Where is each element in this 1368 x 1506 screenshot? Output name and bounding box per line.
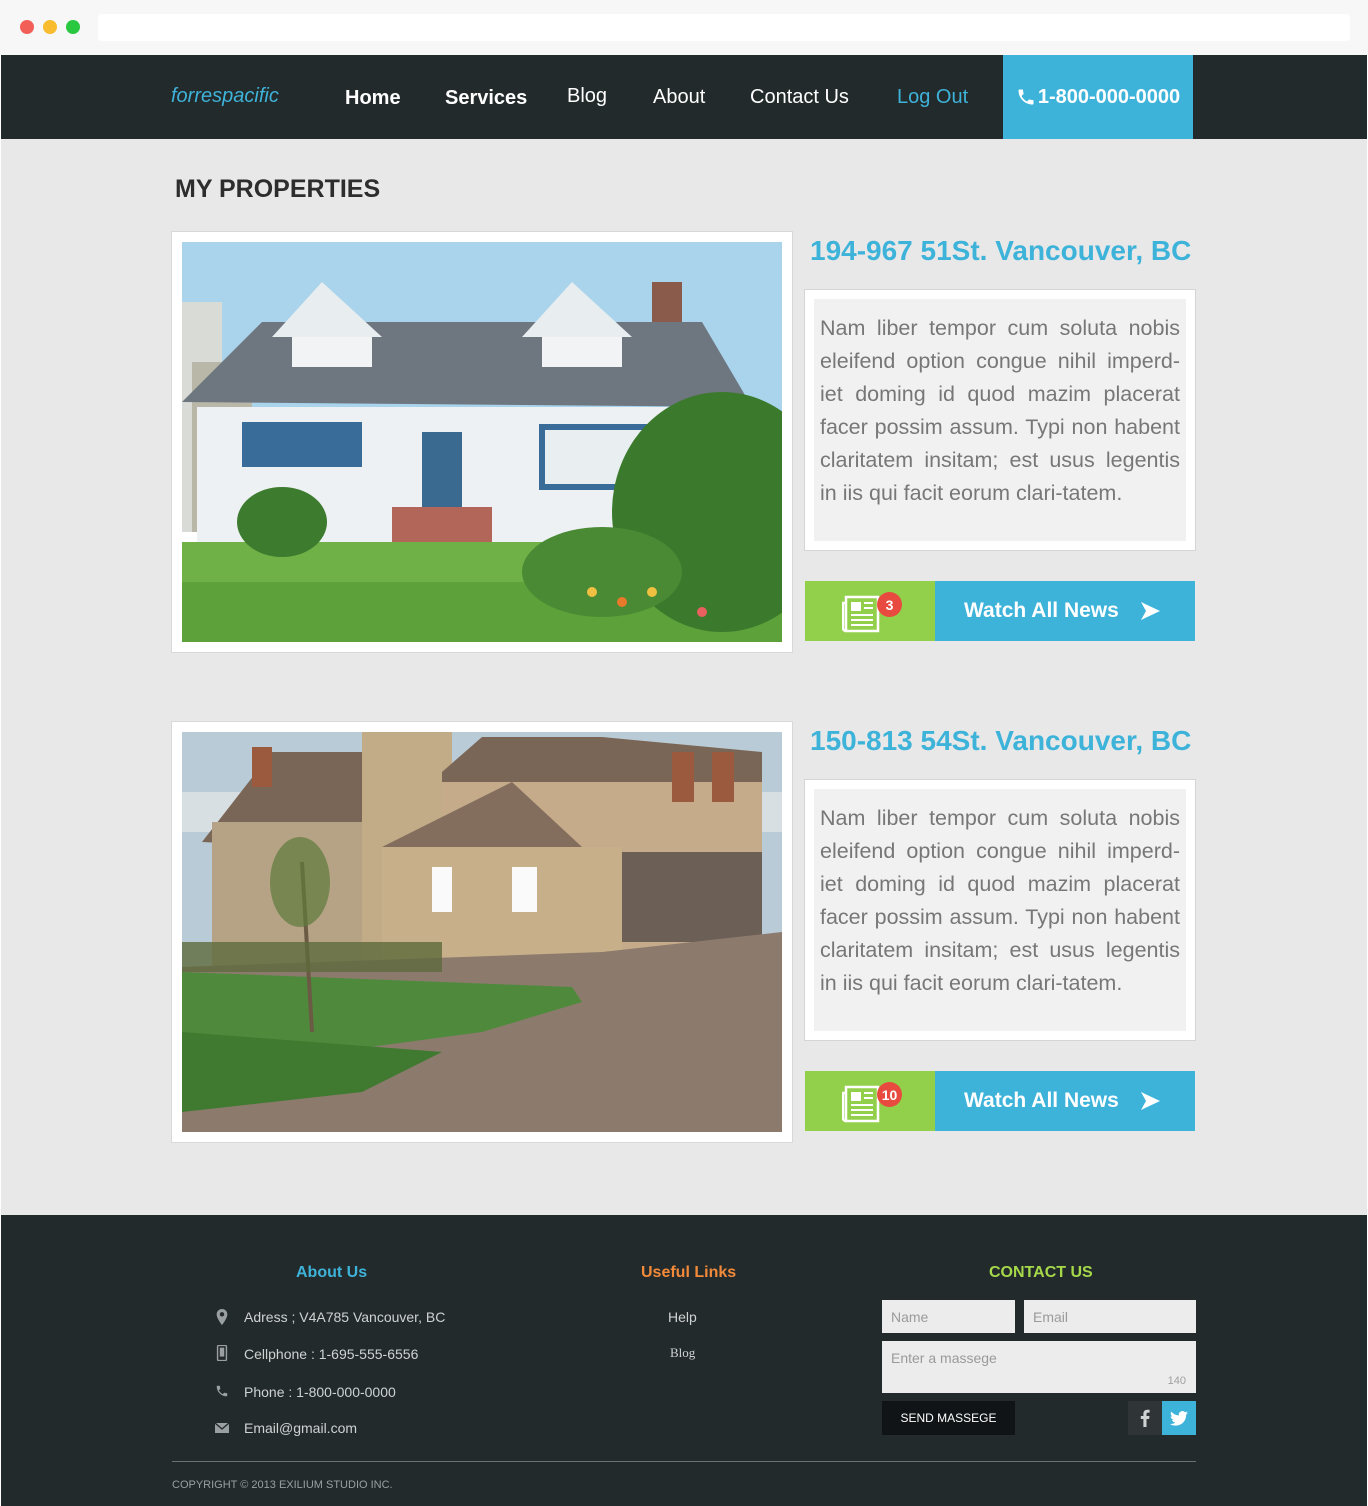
footer-link-help[interactable]: Help (668, 1309, 697, 1325)
page-title: MY PROPERTIES (175, 175, 381, 203)
map-pin-icon (216, 1309, 228, 1325)
message-placeholder: Enter a massege (891, 1350, 997, 1366)
watch-all-news-label: Watch All News (964, 599, 1119, 622)
site-header: forrespacific Home Services Blog About C… (1, 55, 1367, 139)
footer-links-heading: Useful Links (641, 1264, 737, 1281)
phone-button[interactable]: 1-800-000-0000 (1003, 55, 1193, 139)
news-button-row[interactable]: 10 Watch All News (805, 1071, 1195, 1131)
property-description: Nam liber tempor cum soluta nobis eleife… (814, 789, 1186, 1031)
news-count-tile[interactable]: 10 (805, 1071, 935, 1131)
footer-phone: Phone : 1-800-000-0000 (244, 1384, 396, 1400)
footer-address: Adress ; V4A785 Vancouver, BC (244, 1309, 446, 1325)
contact-message-textarea[interactable]: Enter a massege 140 (882, 1341, 1196, 1393)
news-count-badge: 3 (877, 592, 902, 617)
property-card: 194-967 51St. Vancouver, BC Nam liber te… (1, 231, 1367, 653)
envelope-icon (215, 1422, 229, 1433)
nav-blog[interactable]: Blog (567, 85, 607, 108)
facebook-button[interactable] (1128, 1401, 1162, 1435)
footer-email[interactable]: Email@gmail.com (244, 1420, 357, 1436)
twitter-icon (1170, 1410, 1188, 1426)
nav-log-out[interactable]: Log Out (897, 86, 968, 109)
maximize-window-dot[interactable] (66, 20, 80, 34)
nav-about[interactable]: About (653, 86, 705, 109)
send-message-button[interactable]: SEND MASSEGE (882, 1401, 1015, 1435)
site-logo[interactable]: forrespacific (171, 85, 279, 108)
address-bar[interactable] (98, 14, 1350, 41)
footer-cellphone: Cellphone : 1-695-555-6556 (244, 1346, 419, 1362)
watch-all-news-button[interactable]: Watch All News (935, 581, 1195, 641)
nav-home[interactable]: Home (345, 87, 401, 110)
footer-about-heading: About Us (296, 1264, 368, 1281)
property-photo-frame (171, 231, 793, 653)
copyright-text: COPYRIGHT © 2013 EXILIUM STUDIO INC. (172, 1479, 393, 1491)
arrow-right-icon (1140, 1092, 1160, 1110)
property-description-box: Nam liber tempor cum soluta nobis eleife… (804, 779, 1196, 1041)
phone-icon (216, 1385, 228, 1397)
contact-email-input[interactable]: Email (1024, 1300, 1196, 1333)
contact-name-input[interactable]: Name (882, 1300, 1015, 1333)
main-content: MY PROPERTIES 194-967 51St. Vancouver, B… (1, 139, 1367, 1215)
minimize-window-dot[interactable] (43, 20, 57, 34)
watch-all-news-button[interactable]: Watch All News (935, 1071, 1195, 1131)
property-address[interactable]: 194-967 51St. Vancouver, BC (810, 235, 1191, 267)
site-footer: About Us Adress ; V4A785 Vancouver, BC C… (1, 1215, 1367, 1506)
news-button-row[interactable]: 3 Watch All News (805, 581, 1195, 641)
nav-services[interactable]: Services (445, 87, 527, 110)
cellphone-icon (216, 1345, 228, 1361)
property-address[interactable]: 150-813 54St. Vancouver, BC (810, 725, 1191, 757)
phone-icon (1018, 89, 1034, 105)
browser-chrome (0, 0, 1368, 55)
arrow-right-icon (1140, 602, 1160, 620)
property-photo-frame (171, 721, 793, 1143)
phone-number: 1-800-000-0000 (1037, 85, 1181, 108)
footer-divider (172, 1461, 1196, 1462)
twitter-button[interactable] (1162, 1401, 1196, 1435)
news-count-badge: 10 (877, 1082, 902, 1107)
close-window-dot[interactable] (20, 20, 34, 34)
property-photo-house[interactable] (182, 732, 782, 1132)
news-count-tile[interactable]: 3 (805, 581, 935, 641)
property-card: 150-813 54St. Vancouver, BC Nam liber te… (1, 721, 1367, 1143)
watch-all-news-label: Watch All News (964, 1089, 1119, 1112)
message-char-count: 140 (1167, 1375, 1186, 1387)
footer-contact-heading: CONTACT US (989, 1264, 1093, 1281)
property-description-box: Nam liber tempor cum soluta nobis eleife… (804, 289, 1196, 551)
property-description: Nam liber tempor cum soluta nobis eleife… (814, 299, 1186, 541)
property-photo-house[interactable] (182, 242, 782, 642)
facebook-icon (1140, 1409, 1150, 1427)
nav-contact-us[interactable]: Contact Us (750, 86, 849, 109)
footer-link-blog[interactable]: Blog (670, 1345, 695, 1361)
